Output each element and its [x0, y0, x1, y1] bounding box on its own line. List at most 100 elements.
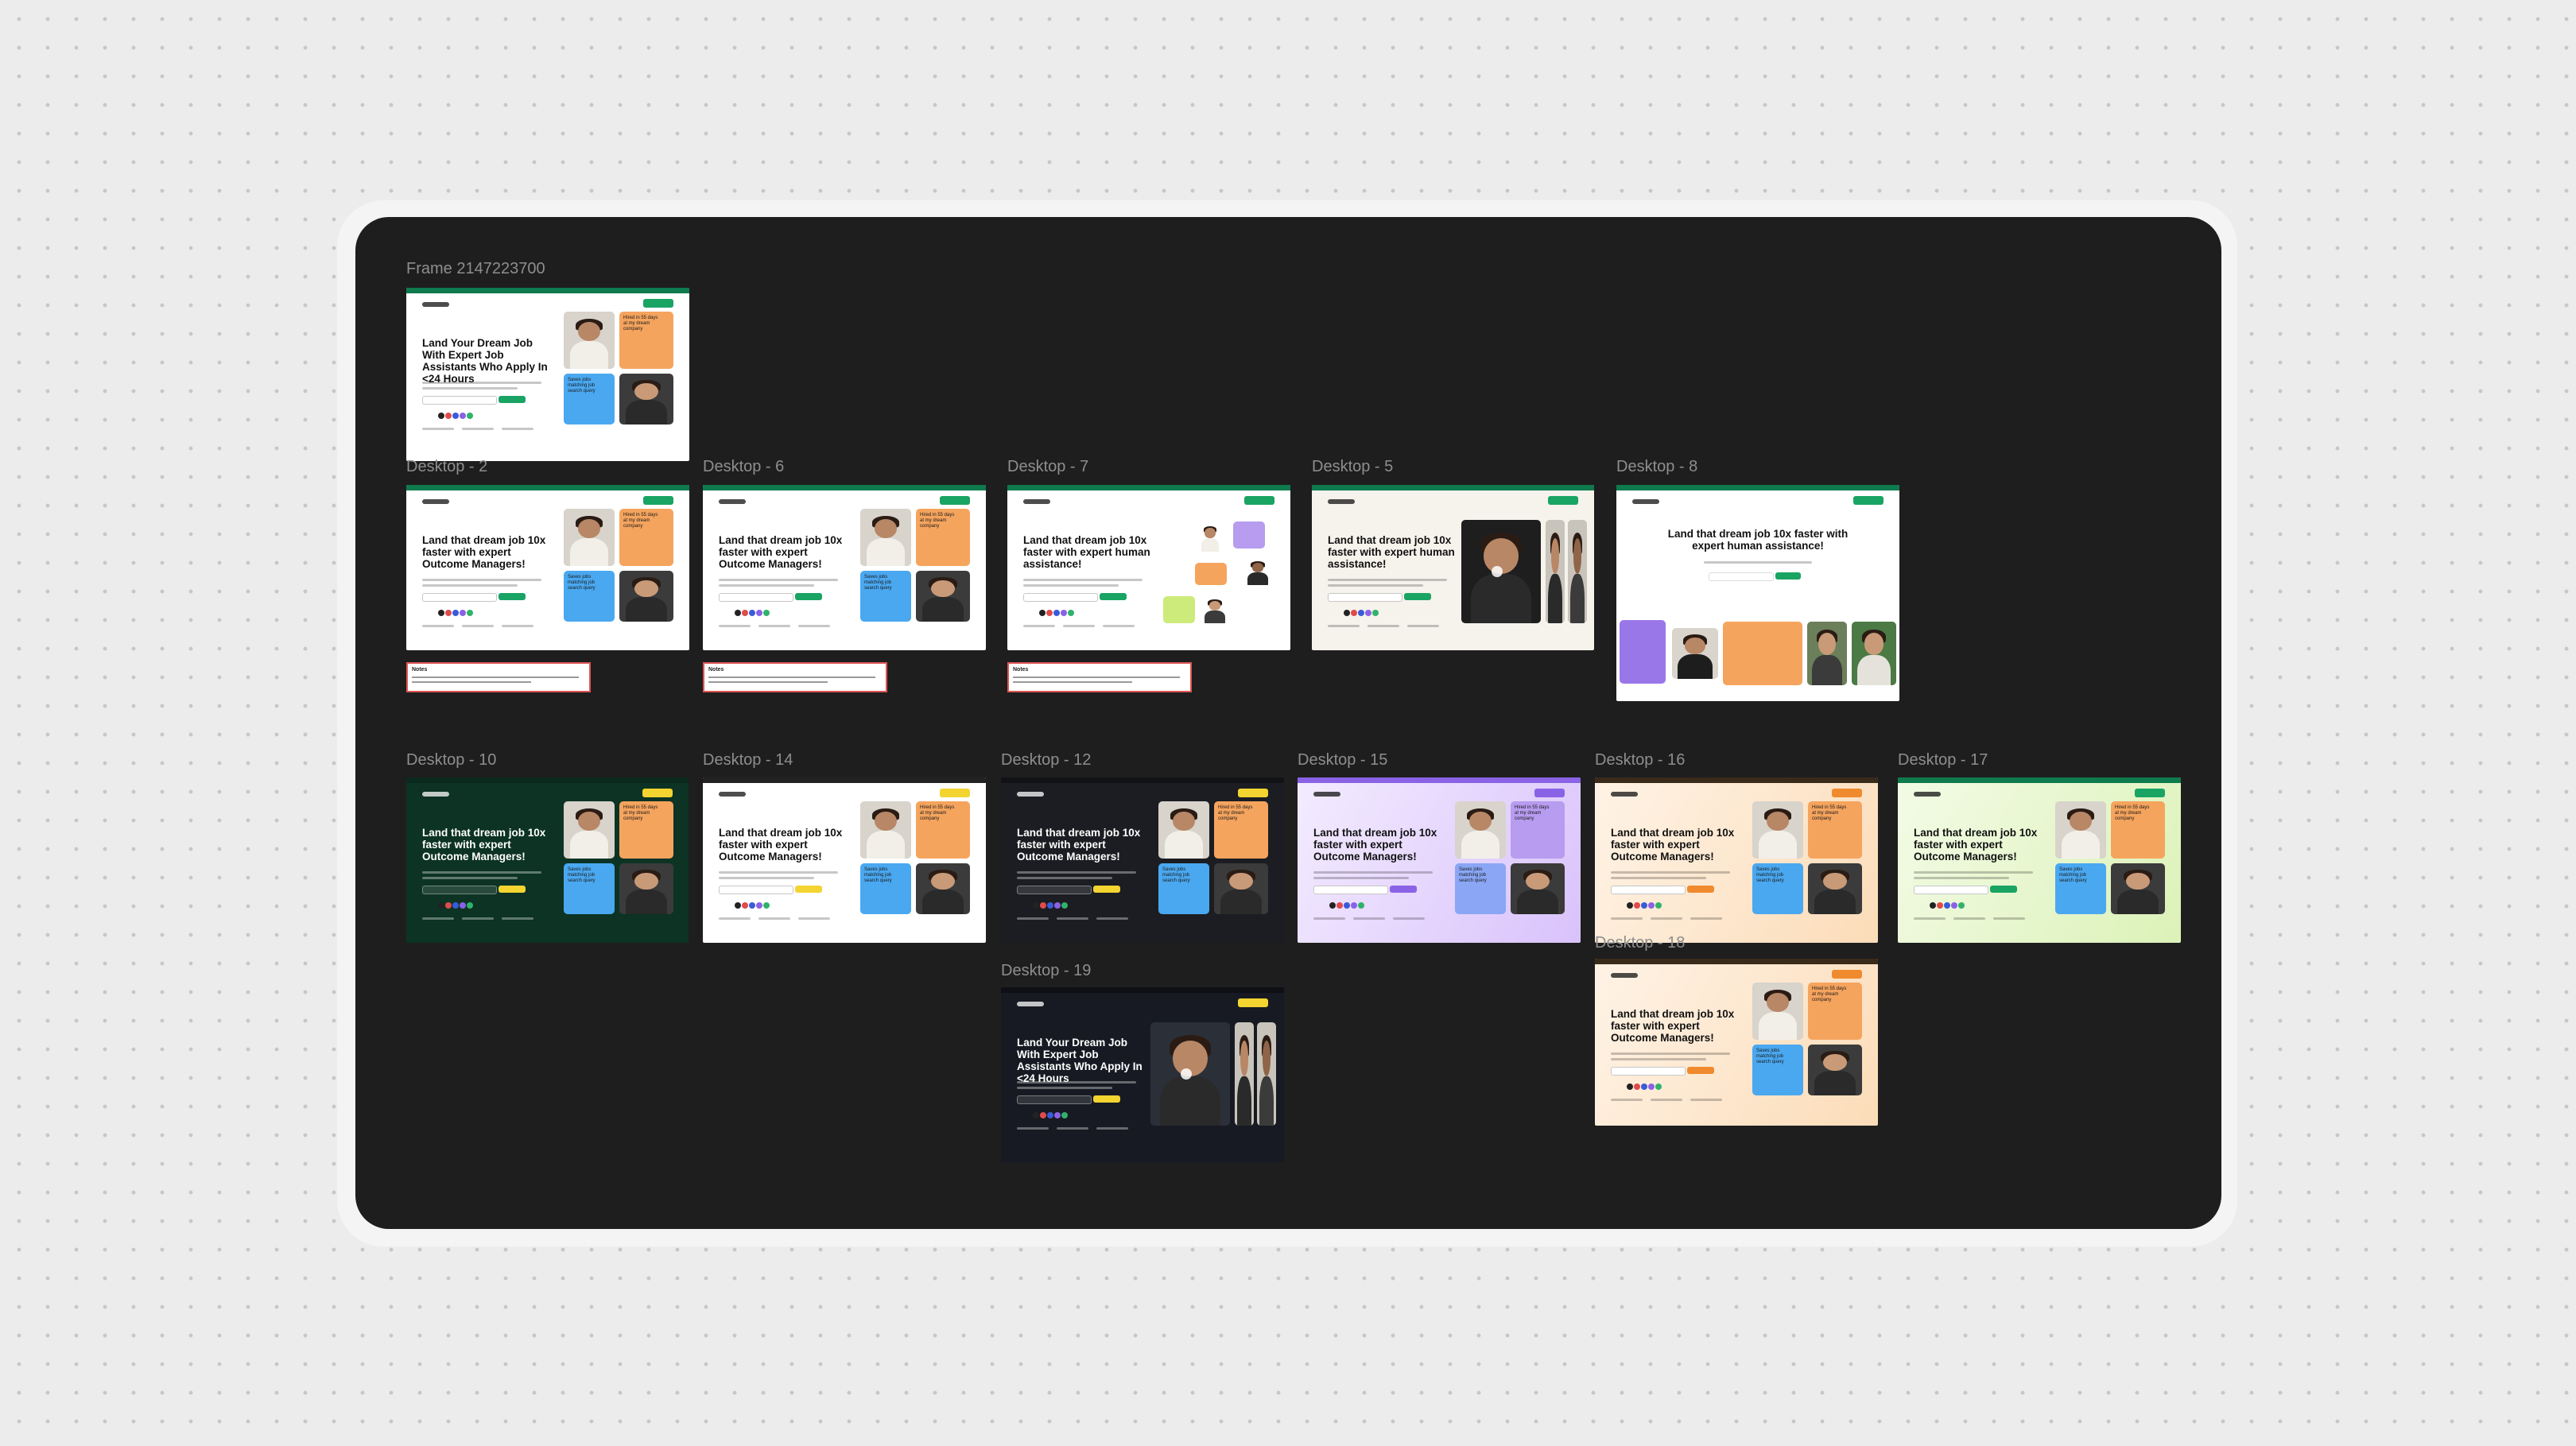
- frame-label[interactable]: Desktop - 17: [1898, 752, 1988, 768]
- cta-button[interactable]: [499, 886, 526, 893]
- frame-label[interactable]: Desktop - 12: [1001, 752, 1091, 768]
- sticky-note[interactable]: Notes: [1007, 662, 1192, 692]
- person-photo: [2111, 863, 2165, 914]
- cta-button[interactable]: [499, 593, 526, 600]
- card-text: Hired in 55 days at my dream company: [623, 316, 658, 331]
- logo-mark: [1017, 792, 1044, 797]
- nav-cta-button[interactable]: [1548, 496, 1578, 505]
- frame-thumbnail[interactable]: Land that dream job 10x faster with expe…: [1616, 485, 1899, 701]
- person-head: [1766, 992, 1790, 1013]
- avatar-row: [438, 409, 474, 419]
- frame-label[interactable]: Desktop - 7: [1007, 459, 1088, 475]
- frame-thumbnail[interactable]: Land that dream job 10x faster with expe…: [703, 485, 986, 650]
- nav-cta-button[interactable]: [940, 789, 970, 797]
- cta-button[interactable]: [795, 886, 822, 893]
- cta-button[interactable]: [499, 396, 526, 403]
- person-head: [1172, 811, 1196, 832]
- sticky-note[interactable]: Notes: [406, 662, 591, 692]
- frame-thumbnail[interactable]: Land that dream job 10x faster with expe…: [1298, 777, 1581, 943]
- person-head: [931, 872, 955, 890]
- feature-item: [1690, 917, 1722, 920]
- frame-thumbnail[interactable]: Land Your Dream Job With Expert Job Assi…: [1001, 987, 1284, 1162]
- sticky-note[interactable]: Notes: [703, 662, 887, 692]
- stat-card: Hired in 55 days at my dream company: [619, 509, 673, 566]
- frame-label[interactable]: Desktop - 10: [406, 752, 496, 768]
- cta-button[interactable]: [1093, 1095, 1120, 1103]
- email-input[interactable]: [1914, 886, 1988, 894]
- person-photo: [860, 801, 911, 859]
- cta-button[interactable]: [1100, 593, 1127, 600]
- frame-label[interactable]: Desktop - 2: [406, 459, 487, 475]
- nav-cta-button[interactable]: [643, 299, 673, 308]
- email-input[interactable]: [1709, 572, 1774, 581]
- cta-button[interactable]: [1990, 886, 2017, 893]
- frame-thumbnail[interactable]: Land that dream job 10x faster with expe…: [1595, 777, 1878, 943]
- email-input[interactable]: [1017, 886, 1092, 894]
- person-head: [931, 580, 955, 598]
- frame-thumbnail[interactable]: Land that dream job 10x faster with expe…: [703, 777, 986, 943]
- frame-label[interactable]: Desktop - 16: [1595, 752, 1685, 768]
- cta-button[interactable]: [1687, 1067, 1714, 1074]
- hero-subtext: [719, 584, 814, 587]
- frame-label[interactable]: Frame 2147223700: [406, 261, 545, 277]
- play-icon[interactable]: [1492, 566, 1503, 577]
- nav-cta-button[interactable]: [2135, 789, 2165, 797]
- cta-button[interactable]: [1390, 886, 1417, 893]
- hero-headline: Land that dream job 10x faster with expe…: [422, 827, 546, 863]
- play-icon[interactable]: [1181, 1068, 1192, 1080]
- email-input[interactable]: [1328, 593, 1402, 602]
- frame-thumbnail[interactable]: Land that dream job 10x faster with expe…: [406, 777, 689, 943]
- frame-label[interactable]: Desktop - 18: [1595, 935, 1685, 951]
- frame-label[interactable]: Desktop - 14: [703, 752, 793, 768]
- email-input[interactable]: [422, 886, 497, 894]
- note-line: [708, 676, 875, 678]
- frame-thumbnail[interactable]: Land Your Dream Job With Expert Job Assi…: [406, 288, 689, 461]
- frame-thumbnail[interactable]: Land that dream job 10x faster with expe…: [1001, 777, 1284, 943]
- frame-thumbnail[interactable]: Land that dream job 10x faster with expe…: [1898, 777, 2181, 943]
- avatar: [1068, 610, 1074, 616]
- nav-cta-button[interactable]: [940, 496, 970, 505]
- frame-label[interactable]: Desktop - 15: [1298, 752, 1387, 768]
- email-input[interactable]: [1017, 1095, 1092, 1104]
- email-input[interactable]: [1611, 886, 1686, 894]
- frame-thumbnail[interactable]: Land that dream job 10x faster with expe…: [1312, 485, 1594, 650]
- nav-cta-button[interactable]: [1238, 998, 1268, 1007]
- email-input[interactable]: [422, 396, 497, 405]
- design-canvas[interactable]: Frame 2147223700 Land Your Dream Job With…: [355, 217, 2221, 1229]
- frame-thumbnail[interactable]: Land that dream job 10x faster with expe…: [1007, 485, 1290, 650]
- avatar: [1047, 1112, 1053, 1118]
- cta-button[interactable]: [1775, 572, 1801, 580]
- cta-button[interactable]: [795, 593, 822, 600]
- nav-cta-button[interactable]: [643, 496, 673, 505]
- nav-cta-button[interactable]: [1832, 970, 1862, 979]
- frame-label[interactable]: Desktop - 6: [703, 459, 784, 475]
- nav-cta-button[interactable]: [1238, 789, 1268, 797]
- frame-label[interactable]: Desktop - 8: [1616, 459, 1697, 475]
- frame-thumbnail[interactable]: Land that dream job 10x faster with expe…: [1595, 959, 1878, 1126]
- feature-card: Saves jobs matching job search query: [564, 571, 615, 622]
- nav-cta-button[interactable]: [1534, 789, 1565, 797]
- email-input[interactable]: [422, 593, 497, 602]
- announcement-bar: [1001, 987, 1284, 993]
- person-torso: [922, 597, 964, 622]
- cta-button[interactable]: [1093, 886, 1120, 893]
- cta-button[interactable]: [1404, 593, 1431, 600]
- email-input[interactable]: [1313, 886, 1388, 894]
- frame-thumbnail[interactable]: Land that dream job 10x faster with expe…: [406, 485, 689, 650]
- email-input[interactable]: [719, 886, 793, 894]
- frame-label[interactable]: Desktop - 19: [1001, 963, 1091, 979]
- nav-cta-button[interactable]: [642, 789, 673, 797]
- person-torso: [1160, 1076, 1220, 1126]
- avatar: [1054, 1112, 1061, 1118]
- frame-label[interactable]: Desktop - 5: [1312, 459, 1393, 475]
- email-input[interactable]: [1023, 593, 1098, 602]
- nav-cta-button[interactable]: [1853, 496, 1884, 505]
- nav-cta-button[interactable]: [1832, 789, 1862, 797]
- nav-cta-button[interactable]: [1244, 496, 1274, 505]
- person-photo: [1808, 1045, 1862, 1095]
- email-input[interactable]: [719, 593, 793, 602]
- email-input[interactable]: [1611, 1067, 1686, 1076]
- card-text: Saves jobs matching job search query: [568, 867, 596, 883]
- cta-button[interactable]: [1687, 886, 1714, 893]
- person-head: [1823, 1053, 1847, 1072]
